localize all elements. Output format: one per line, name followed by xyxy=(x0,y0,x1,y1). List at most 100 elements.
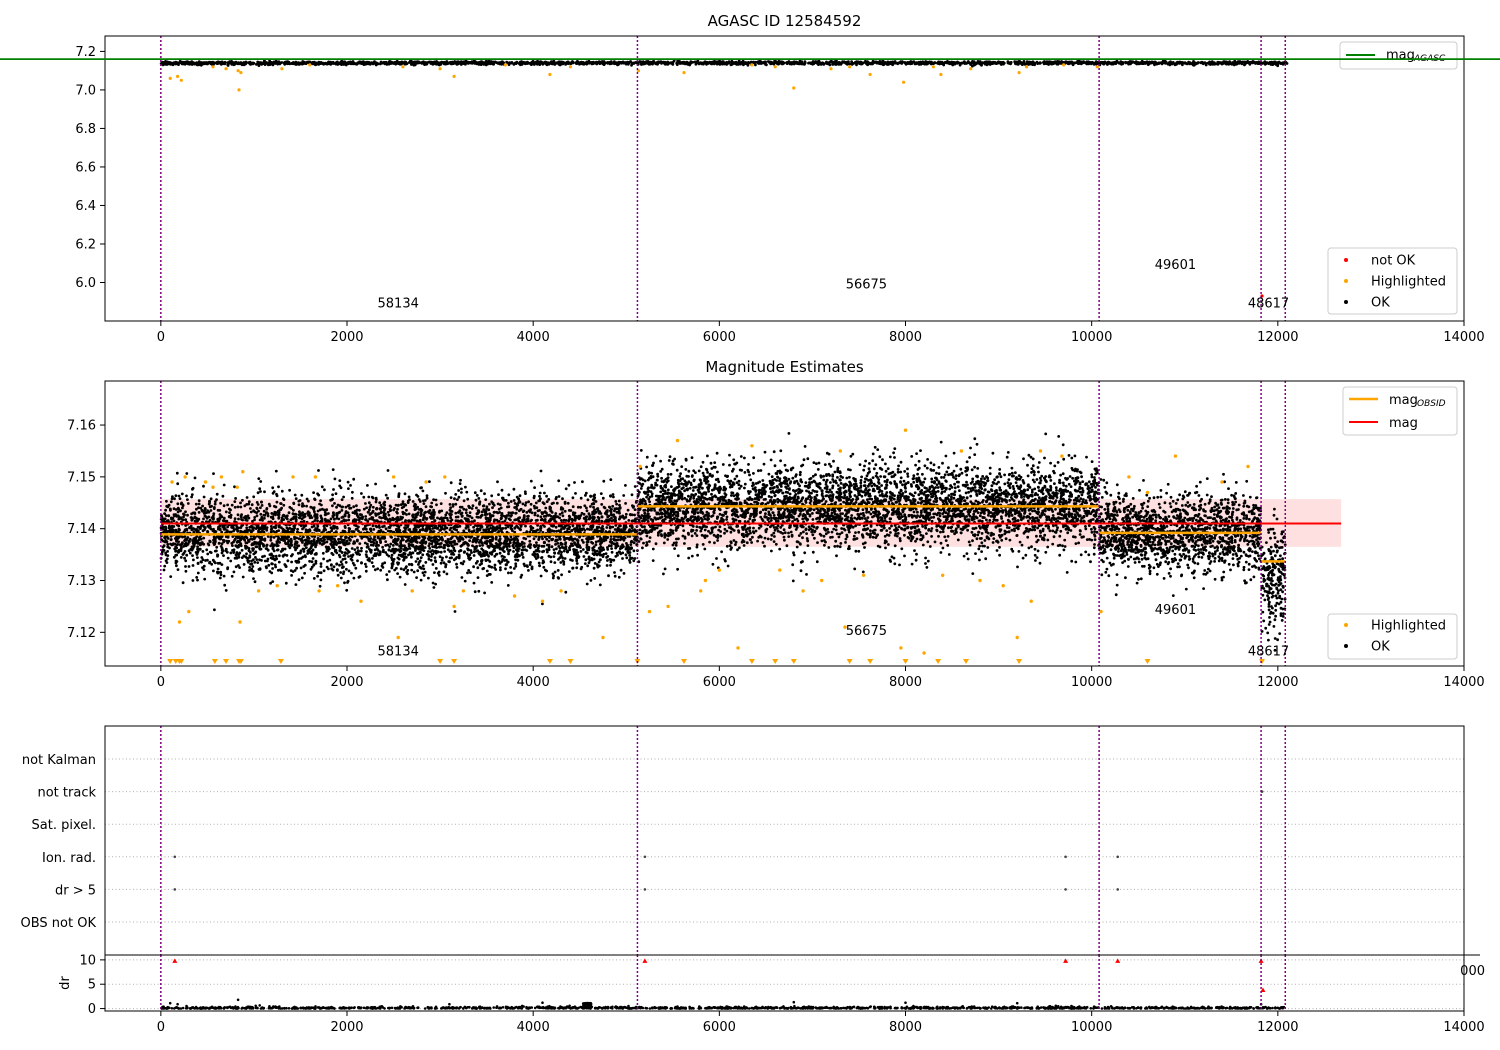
ok-point xyxy=(367,501,371,505)
ok-point xyxy=(186,513,189,517)
ok-point xyxy=(474,498,478,502)
ok-point xyxy=(551,576,555,580)
highlighted-point xyxy=(682,71,686,75)
ok-point xyxy=(848,62,851,66)
ok-point xyxy=(1271,63,1275,66)
ok-point xyxy=(872,61,876,64)
ok-point xyxy=(184,559,188,563)
ok-point xyxy=(724,62,728,65)
ok-point xyxy=(928,61,932,65)
ok-point xyxy=(480,513,484,517)
ok-point xyxy=(260,500,263,504)
ok-point xyxy=(427,550,430,553)
highlighted-point xyxy=(1062,63,1066,67)
ok-point xyxy=(1240,60,1244,64)
ok-point xyxy=(213,549,217,553)
ok-point xyxy=(260,529,264,533)
ok-point xyxy=(177,494,181,498)
ok-point xyxy=(344,561,348,564)
panel-magnitude-estimates: Magnitude Estimates 58134566754960148617… xyxy=(67,358,1485,690)
ok-point xyxy=(445,555,448,559)
ok-point xyxy=(1082,61,1086,65)
figure: AGASC ID 12584592 58134566754960148617 6… xyxy=(0,12,1500,1035)
ok-point xyxy=(415,61,418,65)
ok-point xyxy=(565,550,569,554)
ok-point xyxy=(343,557,347,561)
ok-point xyxy=(381,545,384,549)
ok-point xyxy=(196,571,200,575)
ok-point xyxy=(959,62,962,65)
ok-point xyxy=(528,61,532,65)
ok-point xyxy=(412,570,416,574)
ok-point xyxy=(510,61,514,64)
legend-label: Highlighted xyxy=(1371,275,1446,290)
ok-point xyxy=(448,61,451,65)
ok-point xyxy=(608,525,612,529)
ok-point xyxy=(1216,62,1220,66)
ok-point xyxy=(506,584,510,587)
ok-point xyxy=(195,576,199,579)
ok-point xyxy=(292,61,296,64)
ok-point xyxy=(458,482,462,485)
ok-point xyxy=(366,484,369,487)
ok-point xyxy=(1135,62,1139,66)
ok-point xyxy=(313,497,316,501)
ok-point xyxy=(348,538,352,542)
ok-point xyxy=(825,62,828,65)
ok-point xyxy=(365,550,368,553)
ok-point xyxy=(469,571,472,574)
ok-point xyxy=(331,468,335,471)
ok-point xyxy=(595,549,599,553)
ok-point xyxy=(589,505,592,508)
ok-point xyxy=(316,519,319,523)
ok-point xyxy=(432,586,436,589)
ok-point xyxy=(770,61,774,65)
ok-point xyxy=(347,515,351,519)
ok-point xyxy=(312,577,316,580)
ok-point xyxy=(327,519,331,523)
ok-point xyxy=(439,502,443,505)
ok-point xyxy=(470,507,474,510)
ok-point xyxy=(236,505,240,509)
ok-point xyxy=(796,61,799,64)
ok-point xyxy=(247,500,251,504)
ok-point xyxy=(331,504,334,508)
ok-point xyxy=(1085,60,1089,64)
ok-point xyxy=(497,493,500,496)
highlighted-point xyxy=(236,69,240,73)
ok-point xyxy=(446,538,450,541)
ok-point xyxy=(319,61,322,65)
ok-point xyxy=(491,62,494,66)
ok-point xyxy=(419,578,423,582)
ok-point xyxy=(319,562,323,566)
ok-point xyxy=(575,562,579,565)
ok-point xyxy=(1070,60,1074,64)
ok-point xyxy=(462,499,466,503)
x-tick-label: 6000 xyxy=(703,330,736,345)
ok-point xyxy=(564,63,567,66)
ok-point xyxy=(269,538,273,542)
ok-point xyxy=(404,62,408,66)
ok-point xyxy=(438,555,442,559)
ok-point xyxy=(411,543,415,547)
ok-point xyxy=(229,551,233,555)
ok-point xyxy=(428,509,432,512)
ok-point xyxy=(295,566,298,570)
ok-point xyxy=(360,61,364,65)
ok-point xyxy=(803,60,807,64)
ok-point xyxy=(245,526,249,530)
ok-point xyxy=(532,62,536,66)
ok-point xyxy=(537,550,541,553)
ok-point xyxy=(360,546,363,550)
ok-point xyxy=(379,568,383,572)
ok-point xyxy=(244,61,247,65)
ok-point xyxy=(281,497,285,501)
ok-point xyxy=(740,60,744,64)
ok-point xyxy=(625,556,629,560)
ok-point xyxy=(552,548,556,551)
ok-point xyxy=(493,554,497,558)
ok-point xyxy=(932,61,936,65)
ok-point xyxy=(1196,61,1199,65)
y-tick-label: 7.2 xyxy=(75,45,96,60)
ok-point xyxy=(207,543,211,547)
